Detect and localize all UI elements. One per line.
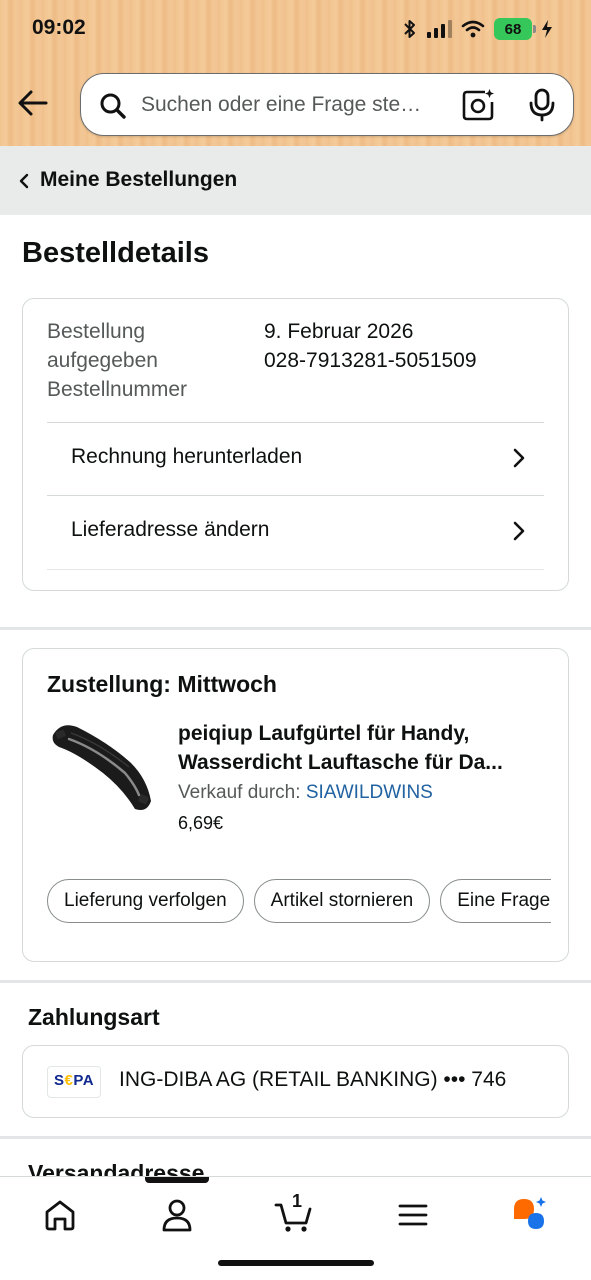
order-date: 9. Februar 2026: [264, 320, 414, 343]
charging-bolt-icon: [542, 20, 552, 38]
cart-count: 1: [292, 1191, 303, 1211]
status-bar: 09:02 68: [0, 0, 591, 60]
section-divider: [0, 1136, 591, 1139]
track-delivery-button[interactable]: Lieferung verfolgen: [47, 879, 244, 923]
order-number: 028-7913281-5051509: [264, 349, 477, 372]
delivery-title: Zustellung: Mittwoch: [47, 671, 277, 697]
app-header: 09:02 68 Suchen oder eine Frage ste…: [0, 0, 591, 146]
ask-question-button[interactable]: Eine Frage stellen: [440, 879, 551, 923]
microphone-icon[interactable]: [527, 88, 557, 122]
battery-level: 68: [504, 20, 522, 38]
change-address-label: Lieferadresse ändern: [71, 518, 270, 541]
section-divider: [0, 980, 591, 983]
breadcrumb[interactable]: Meine Bestellungen: [0, 146, 591, 215]
change-address-row[interactable]: Lieferadresse ändern: [47, 495, 544, 569]
page-title: Bestelldetails: [22, 237, 209, 269]
camera-search-icon[interactable]: [461, 88, 495, 122]
cancel-item-button[interactable]: Artikel stornieren: [253, 879, 431, 923]
sepa-logo-text: S€PA: [53, 1071, 95, 1089]
rufus-assistant-icon[interactable]: [510, 1195, 550, 1235]
active-tab-indicator: [145, 1177, 209, 1183]
sepa-logo-subtext: [74, 1088, 75, 1092]
delivery-card: Zustellung: Mittwoch peiqiup Laufgürtel …: [22, 648, 569, 962]
chevron-right-icon: [513, 448, 525, 468]
product-image[interactable]: [47, 717, 157, 827]
download-invoice-label: Rechnung herunterladen: [71, 445, 303, 468]
section-divider: [0, 627, 591, 630]
signal-icon: [427, 20, 452, 38]
home-icon[interactable]: [40, 1195, 80, 1235]
chevron-right-icon: [513, 521, 525, 541]
payment-card[interactable]: S€PA ING-DIBA AG (RETAIL BANKING) ••• 74…: [22, 1045, 569, 1118]
home-indicator: [218, 1260, 374, 1266]
product-price: 6,69€: [178, 813, 224, 833]
product-title[interactable]: peiqiup Laufgürtel für Handy, Wasserdich…: [178, 719, 548, 777]
status-icons: 68: [403, 16, 553, 42]
battery-indicator: 68: [494, 18, 536, 40]
seller-link[interactable]: SIAWILDWINS: [306, 782, 433, 803]
search-input[interactable]: Suchen oder eine Frage ste…: [141, 93, 453, 117]
order-info-labels: Bestellung aufgegeben Bestellnummer: [47, 320, 188, 401]
bluetooth-icon: [404, 20, 415, 38]
back-arrow-icon[interactable]: [16, 86, 50, 120]
status-time: 09:02: [32, 16, 86, 39]
breadcrumb-label[interactable]: Meine Bestellungen: [40, 168, 237, 192]
download-invoice-row[interactable]: Rechnung herunterladen: [47, 422, 544, 496]
order-info-card: Bestellung aufgegeben Bestellnummer 9. F…: [22, 298, 569, 591]
search-bar[interactable]: Suchen oder eine Frage ste…: [80, 73, 574, 136]
delivery-actions: Lieferung verfolgen Artikel stornieren Ein…: [47, 879, 551, 925]
chevron-left-icon: [19, 173, 29, 189]
order-info-values: 9. Februar 2026 028-7913281-5051509: [264, 317, 477, 375]
account-icon[interactable]: [157, 1195, 197, 1235]
search-icon: [100, 93, 126, 119]
seller-line: Verkauf durch: SIAWILDWINS: [178, 782, 433, 804]
seller-prefix: Verkauf durch:: [178, 782, 301, 803]
payment-section-title: Zahlungsart: [28, 1004, 160, 1030]
menu-icon[interactable]: [393, 1195, 433, 1235]
sepa-logo: S€PA: [47, 1066, 101, 1098]
row-divider: [47, 569, 544, 570]
wifi-icon: [461, 20, 485, 38]
payment-method: ING-DIBA AG (RETAIL BANKING) ••• 746: [119, 1068, 507, 1091]
